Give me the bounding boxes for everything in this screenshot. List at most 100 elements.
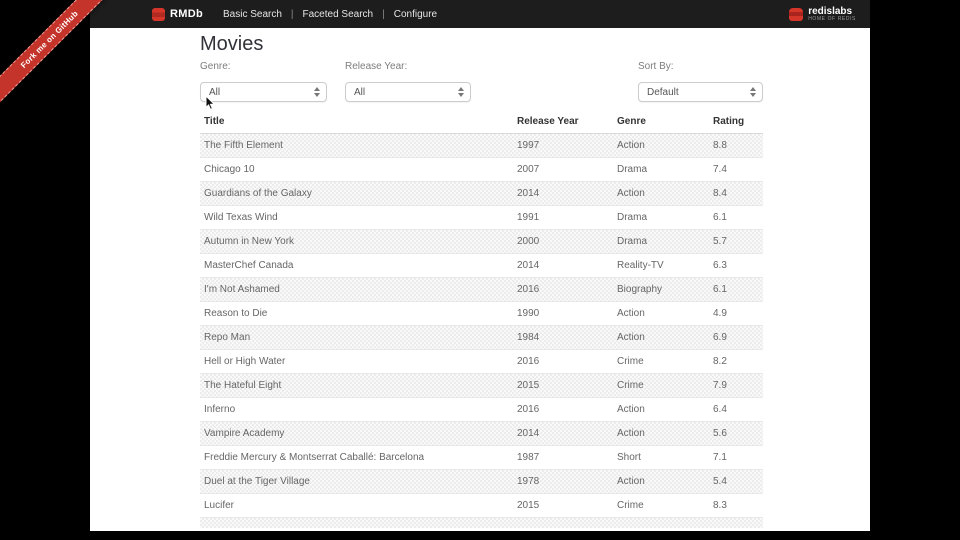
cell-title: Freddie Mercury & Montserrat Caballé: Ba… xyxy=(200,452,513,463)
cell-release-year: 2014 xyxy=(513,188,613,199)
nav-item-configure[interactable]: Configure xyxy=(394,9,437,20)
sort-by-select[interactable]: Default xyxy=(638,82,763,102)
nav-links: Basic Search | Faceted Search | Configur… xyxy=(223,9,437,20)
cell-rating: 5.7 xyxy=(709,236,763,247)
brand-home-link[interactable]: RMDb xyxy=(152,8,203,21)
table-row[interactable]: Wild Texas Wind 1991 Drama 6.1 xyxy=(200,206,763,230)
cell-release-year: 1984 xyxy=(513,332,613,343)
cell-rating: 8.3 xyxy=(709,500,763,511)
table-row[interactable]: MasterChef Canada 2014 Reality-TV 6.3 xyxy=(200,254,763,278)
cell-release-year: 2014 xyxy=(513,428,613,439)
redislabs-logo-subtitle: HOME OF REDIS xyxy=(808,17,856,23)
cell-genre: Drama xyxy=(613,236,709,247)
table-row[interactable]: Duel at the Tiger Village 1978 Action 5.… xyxy=(200,470,763,494)
cell-genre: Action xyxy=(613,332,709,343)
cell-title: Hell or High Water xyxy=(200,356,513,367)
redis-logo-icon xyxy=(152,8,165,21)
table-row[interactable]: Vampire Academy 2014 Action 5.6 xyxy=(200,422,763,446)
table-row[interactable]: Chicago 10 2007 Drama 7.4 xyxy=(200,158,763,182)
fork-ribbon-label: Fork me on GitHub xyxy=(19,9,80,70)
release-year-select-value: All xyxy=(354,87,365,98)
cell-release-year: 1991 xyxy=(513,212,613,223)
table-row[interactable]: Freddie Mercury & Montserrat Caballé: Ba… xyxy=(200,446,763,470)
table-row[interactable]: Hell or High Water 2016 Crime 8.2 xyxy=(200,350,763,374)
cell-rating: 7.1 xyxy=(709,452,763,463)
cell-release-year: 1990 xyxy=(513,308,613,319)
cell-title: Chicago 10 xyxy=(200,164,513,175)
cell-release-year: 1978 xyxy=(513,476,613,487)
table-row[interactable]: Repo Man 1984 Action 6.9 xyxy=(200,326,763,350)
cell-rating: 8.8 xyxy=(709,140,763,151)
cell-rating: 6.3 xyxy=(709,260,763,271)
table-header-row: Title Release Year Genre Rating xyxy=(200,110,763,134)
movies-table: Title Release Year Genre Rating The Fift… xyxy=(200,110,763,518)
app-page: RMDb Basic Search | Faceted Search | Con… xyxy=(90,0,870,531)
cell-title: MasterChef Canada xyxy=(200,260,513,271)
table-row-partial xyxy=(200,518,763,528)
column-header-rating: Rating xyxy=(709,116,763,127)
cell-rating: 6.4 xyxy=(709,404,763,415)
cell-rating: 6.1 xyxy=(709,212,763,223)
cell-rating: 6.1 xyxy=(709,284,763,295)
cell-genre: Action xyxy=(613,188,709,199)
table-row[interactable]: Inferno 2016 Action 6.4 xyxy=(200,398,763,422)
table-row[interactable]: I'm Not Ashamed 2016 Biography 6.1 xyxy=(200,278,763,302)
cell-title: Reason to Die xyxy=(200,308,513,319)
cell-genre: Action xyxy=(613,404,709,415)
cell-genre: Short xyxy=(613,452,709,463)
table-row[interactable]: Reason to Die 1990 Action 4.9 xyxy=(200,302,763,326)
table-row[interactable]: The Hateful Eight 2015 Crime 7.9 xyxy=(200,374,763,398)
cell-title: The Fifth Element xyxy=(200,140,513,151)
cell-release-year: 2000 xyxy=(513,236,613,247)
cell-release-year: 2016 xyxy=(513,404,613,415)
cell-genre: Reality-TV xyxy=(613,260,709,271)
nav-separator: | xyxy=(291,9,294,20)
table-body: The Fifth Element 1997 Action 8.8 Chicag… xyxy=(200,134,763,518)
column-header-release-year: Release Year xyxy=(513,116,613,127)
cell-rating: 5.6 xyxy=(709,428,763,439)
cell-title: Inferno xyxy=(200,404,513,415)
cell-title: Repo Man xyxy=(200,332,513,343)
sort-by-label: Sort By: xyxy=(638,61,674,72)
select-arrows-icon xyxy=(458,87,464,97)
cell-title: The Hateful Eight xyxy=(200,380,513,391)
table-row[interactable]: Lucifer 2015 Crime 8.3 xyxy=(200,494,763,518)
cell-title: Autumn in New York xyxy=(200,236,513,247)
cell-rating: 7.9 xyxy=(709,380,763,391)
cell-genre: Crime xyxy=(613,380,709,391)
genre-label: Genre: xyxy=(200,61,231,72)
page-title: Movies xyxy=(200,33,263,56)
nav-item-faceted-search[interactable]: Faceted Search xyxy=(303,9,374,20)
cell-title: I'm Not Ashamed xyxy=(200,284,513,295)
cell-rating: 6.9 xyxy=(709,332,763,343)
nav-separator: | xyxy=(382,9,385,20)
table-row[interactable]: The Fifth Element 1997 Action 8.8 xyxy=(200,134,763,158)
release-year-label: Release Year: xyxy=(345,61,407,72)
cell-rating: 4.9 xyxy=(709,308,763,319)
select-arrows-icon xyxy=(750,87,756,97)
redislabs-logo-icon xyxy=(789,8,803,21)
cell-title: Vampire Academy xyxy=(200,428,513,439)
nav-item-basic-search[interactable]: Basic Search xyxy=(223,9,282,20)
cell-genre: Action xyxy=(613,140,709,151)
redislabs-logo[interactable]: redislabs HOME OF REDIS xyxy=(789,6,860,23)
cell-release-year: 2015 xyxy=(513,380,613,391)
cell-release-year: 2016 xyxy=(513,356,613,367)
brand-title: RMDb xyxy=(170,8,203,20)
cell-genre: Action xyxy=(613,476,709,487)
table-row[interactable]: Guardians of the Galaxy 2014 Action 8.4 xyxy=(200,182,763,206)
cell-title: Wild Texas Wind xyxy=(200,212,513,223)
cell-genre: Crime xyxy=(613,356,709,367)
release-year-select[interactable]: All xyxy=(345,82,471,102)
table-row[interactable]: Autumn in New York 2000 Drama 5.7 xyxy=(200,230,763,254)
genre-select[interactable]: All xyxy=(200,82,327,102)
cell-genre: Crime xyxy=(613,500,709,511)
column-header-genre: Genre xyxy=(613,116,709,127)
cell-genre: Drama xyxy=(613,212,709,223)
cell-release-year: 2014 xyxy=(513,260,613,271)
column-header-title: Title xyxy=(200,116,513,127)
cell-release-year: 2016 xyxy=(513,284,613,295)
cell-rating: 8.2 xyxy=(709,356,763,367)
cell-title: Duel at the Tiger Village xyxy=(200,476,513,487)
cell-release-year: 2015 xyxy=(513,500,613,511)
